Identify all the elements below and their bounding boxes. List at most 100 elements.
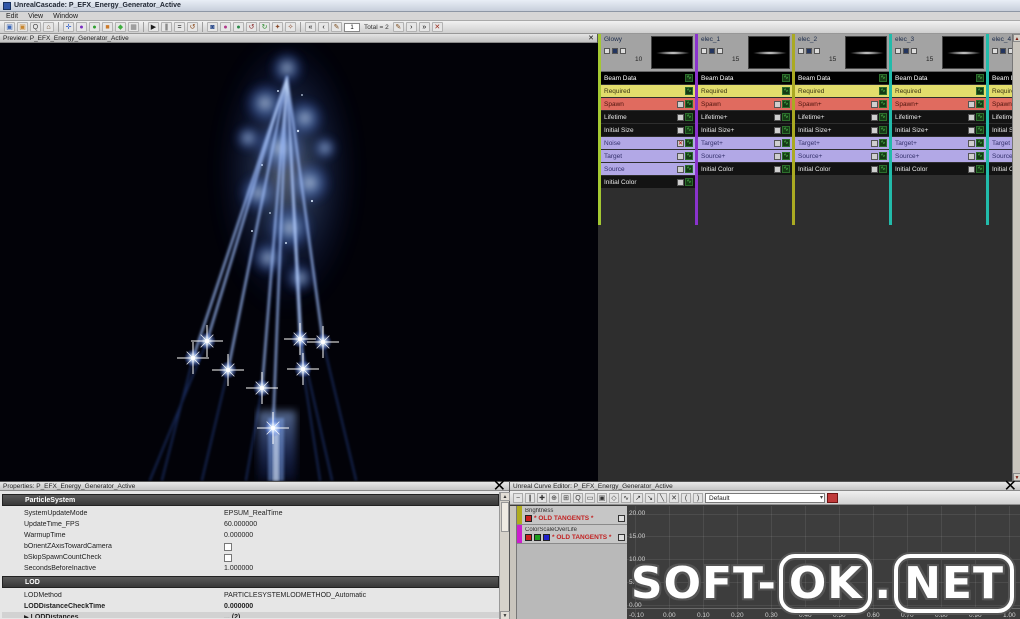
module-row-required[interactable]: Required ∿ bbox=[601, 85, 695, 97]
property-row-bskipspawncountcheck[interactable]: bSkipSpawnCountCheck bbox=[2, 552, 499, 563]
property-row-secondsbeforeinactive[interactable]: SecondsBeforeInactive 1.000000 bbox=[2, 563, 499, 574]
module-row-spawn-[interactable]: Spawn+ ∿ bbox=[892, 98, 986, 110]
module-curve-icon[interactable]: ∿ bbox=[879, 113, 887, 121]
module-row-target-[interactable]: Target+ ∿ bbox=[795, 137, 889, 149]
module-curve-icon[interactable]: ∿ bbox=[976, 74, 984, 82]
property-row-warmuptime[interactable]: WarmupTime 0.000000 bbox=[2, 530, 499, 541]
property-row-updatetime_fps[interactable]: UpdateTime_FPS 60.000000 bbox=[2, 519, 499, 530]
preview-viewport[interactable] bbox=[0, 43, 598, 481]
orb-green-icon[interactable]: ● bbox=[233, 22, 244, 32]
property-checkbox[interactable] bbox=[224, 542, 232, 551]
emitter-header[interactable]: elec_2 15 bbox=[795, 34, 889, 72]
shader-icon[interactable]: ◆ bbox=[115, 22, 126, 32]
module-curve-icon[interactable]: ∿ bbox=[976, 100, 984, 108]
scroll-down-icon[interactable]: ▼ bbox=[500, 611, 510, 619]
module-enable-checkbox[interactable] bbox=[677, 178, 684, 186]
module-row-lifetime-[interactable]: Lifetime+ ∿ bbox=[795, 111, 889, 123]
lod-next-icon[interactable]: › bbox=[405, 22, 417, 32]
emitter-checkbox[interactable] bbox=[798, 48, 804, 54]
zoom-icon[interactable]: Q bbox=[30, 22, 41, 32]
emitter-checkbox[interactable] bbox=[701, 48, 707, 54]
scroll-thumb[interactable] bbox=[501, 502, 509, 532]
module-row-beam-data[interactable]: Beam Data ∿ bbox=[892, 72, 986, 84]
regen-lod-icon[interactable]: ✦ bbox=[272, 22, 283, 32]
emitter-checkbox[interactable] bbox=[1000, 48, 1006, 54]
track-swatch[interactable] bbox=[525, 515, 532, 522]
emitter-checkbox[interactable] bbox=[806, 48, 812, 54]
module-row-noise[interactable]: Noise ✕ ∿ bbox=[601, 137, 695, 149]
module-row-source-[interactable]: Source+ ∿ bbox=[795, 150, 889, 162]
module-enable-checkbox[interactable] bbox=[871, 139, 878, 147]
module-row-initial-color[interactable]: Initial Color ∿ bbox=[795, 163, 889, 175]
property-row-lodmethod[interactable]: LODMethod PARTICLESYSTEMLODMETHOD_Automat… bbox=[2, 590, 499, 601]
module-row-required[interactable]: Required ∿ bbox=[795, 85, 889, 97]
emitter-checkbox[interactable] bbox=[903, 48, 909, 54]
track-swatch[interactable] bbox=[543, 534, 550, 541]
curve-tool-icon-4[interactable]: ⊞ bbox=[561, 492, 571, 503]
module-row-initial-color[interactable]: Initial Color ∿ bbox=[601, 176, 695, 188]
module-curve-icon[interactable]: ∿ bbox=[685, 165, 693, 173]
module-curve-icon[interactable]: ∿ bbox=[879, 165, 887, 173]
curve-tool-icon-6[interactable]: ▭ bbox=[585, 492, 595, 503]
module-row-lifetime-[interactable]: Lifetime+ ∿ bbox=[892, 111, 986, 123]
module-row-initial-size-[interactable]: Initial Size+ ∿ bbox=[892, 124, 986, 136]
curve-tool-icon-11[interactable]: ↘ bbox=[645, 492, 655, 503]
module-curve-icon[interactable]: ∿ bbox=[685, 139, 693, 147]
module-curve-icon[interactable]: ∿ bbox=[879, 87, 887, 95]
module-enable-checkbox[interactable] bbox=[871, 100, 878, 108]
module-curve-icon[interactable]: ∿ bbox=[879, 100, 887, 108]
unlit-icon[interactable]: ● bbox=[89, 22, 100, 32]
regen-lod2-icon[interactable]: ✧ bbox=[285, 22, 296, 32]
curve-preset-dropdown[interactable]: Default bbox=[705, 492, 825, 503]
module-row-source[interactable]: Source ∿ bbox=[601, 163, 695, 175]
property-row-systemupdatemode[interactable]: SystemUpdateMode EPSUM_RealTime bbox=[2, 508, 499, 519]
property-row-loddistances[interactable]: ▶ LODDistances... (2) bbox=[2, 612, 499, 618]
menu-item-window[interactable]: Window bbox=[53, 13, 78, 20]
module-enable-checkbox[interactable] bbox=[677, 165, 684, 173]
module-curve-icon[interactable]: ∿ bbox=[976, 165, 984, 173]
module-row-required[interactable]: Required ∿ bbox=[892, 85, 986, 97]
curve-tool-icon-1[interactable]: ❙ bbox=[525, 492, 535, 503]
module-curve-icon[interactable]: ∿ bbox=[782, 87, 790, 95]
scroll-up-icon[interactable]: ▲ bbox=[1013, 34, 1020, 42]
track-swatch[interactable] bbox=[525, 534, 532, 541]
grid-icon[interactable]: ▦ bbox=[128, 22, 139, 32]
module-row-spawn[interactable]: Spawn ∿ bbox=[601, 98, 695, 110]
module-enable-checkbox[interactable] bbox=[871, 113, 878, 121]
menu-item-edit[interactable]: Edit bbox=[6, 13, 18, 20]
module-enable-checkbox[interactable] bbox=[871, 126, 878, 134]
module-row-source-[interactable]: Source+ ∿ bbox=[698, 150, 792, 162]
texture-icon[interactable]: ■ bbox=[102, 22, 113, 32]
emitter-checkbox[interactable] bbox=[911, 48, 917, 54]
module-row-target-[interactable]: Target+ ∿ bbox=[892, 137, 986, 149]
module-enable-checkbox[interactable] bbox=[774, 139, 781, 147]
emitter-header[interactable]: elec_1 15 bbox=[698, 34, 792, 72]
module-curve-icon[interactable]: ∿ bbox=[976, 126, 984, 134]
emitter-checkbox[interactable] bbox=[992, 48, 998, 54]
module-curve-icon[interactable]: ∿ bbox=[976, 113, 984, 121]
module-curve-icon[interactable]: ∿ bbox=[685, 74, 693, 82]
module-curve-icon[interactable]: ∿ bbox=[782, 139, 790, 147]
track-visibility-box[interactable] bbox=[618, 534, 625, 541]
pause-icon[interactable]: ∥ bbox=[161, 22, 172, 32]
track-visibility-box[interactable] bbox=[618, 515, 625, 522]
emitter-scrollbar[interactable]: ▲ ▼ bbox=[1012, 34, 1020, 481]
curve-tool-icon-9[interactable]: ∿ bbox=[621, 492, 631, 503]
menu-item-view[interactable]: View bbox=[28, 13, 43, 20]
module-curve-icon[interactable]: ∿ bbox=[976, 139, 984, 147]
module-enable-checkbox[interactable] bbox=[968, 139, 975, 147]
module-enable-checkbox[interactable] bbox=[871, 152, 878, 160]
lod-current-field[interactable]: 1 bbox=[344, 22, 360, 32]
module-curve-icon[interactable]: ∿ bbox=[782, 152, 790, 160]
module-enable-checkbox[interactable] bbox=[774, 152, 781, 160]
restart-level-icon[interactable]: ▣ bbox=[17, 22, 28, 32]
module-curve-icon[interactable]: ∿ bbox=[879, 126, 887, 134]
curve-tool-icon-2[interactable]: ✚ bbox=[537, 492, 547, 503]
lod-first-icon[interactable]: « bbox=[305, 22, 316, 32]
module-curve-icon[interactable]: ∿ bbox=[782, 113, 790, 121]
emitter-checkbox[interactable] bbox=[717, 48, 723, 54]
module-curve-icon[interactable]: ∿ bbox=[879, 74, 887, 82]
module-row-lifetime-[interactable]: Lifetime+ ∿ bbox=[698, 111, 792, 123]
background-color-icon[interactable]: ◙ bbox=[207, 22, 218, 32]
module-enable-checkbox[interactable] bbox=[677, 126, 684, 134]
